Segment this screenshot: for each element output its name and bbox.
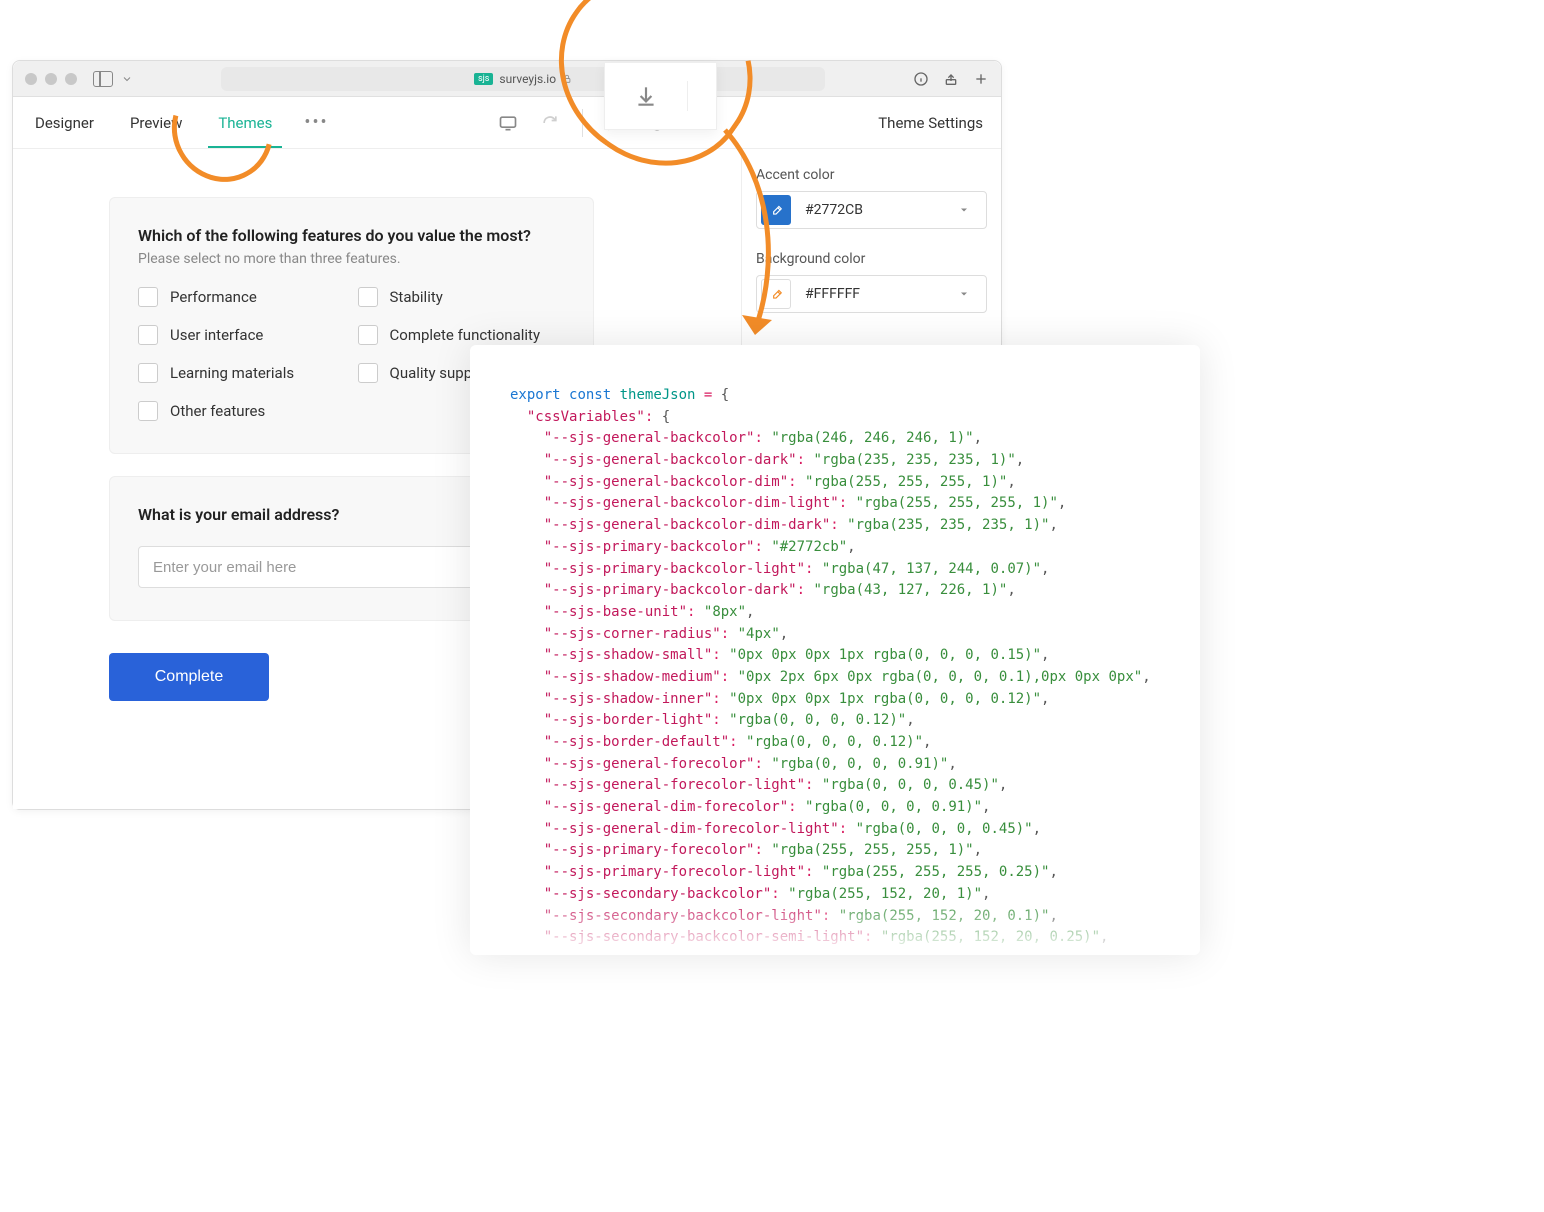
- background-color-value: #FFFFFF: [795, 286, 958, 302]
- checkbox-icon: [358, 325, 378, 345]
- redo-icon[interactable]: [540, 113, 560, 133]
- checkbox-icon: [358, 363, 378, 383]
- info-icon[interactable]: [913, 71, 929, 87]
- checkbox-icon: [138, 401, 158, 421]
- checkbox-label: User interface: [170, 326, 263, 344]
- accent-color-value: #2772CB: [795, 202, 958, 218]
- checkbox-icon: [138, 287, 158, 307]
- checkbox-option[interactable]: Learning materials: [138, 363, 346, 383]
- app-toolbar: Designer Preview Themes ••• Theme Settin…: [13, 97, 1001, 149]
- question-title: Which of the following features do you v…: [138, 226, 565, 245]
- checkbox-label: Other features: [170, 402, 265, 420]
- checkbox-label: Performance: [170, 288, 257, 306]
- complete-button[interactable]: Complete: [109, 653, 269, 701]
- browser-titlebar: sjs surveyjs.io: [13, 61, 1001, 97]
- code-panel: export const themeJson = { "cssVariables…: [470, 345, 1200, 955]
- checkbox-label: Stability: [390, 288, 443, 306]
- desktop-icon[interactable]: [498, 113, 518, 133]
- color-swatch-icon: [761, 279, 791, 309]
- checkbox-option[interactable]: Performance: [138, 287, 346, 307]
- divider: [687, 81, 688, 111]
- question-description: Please select no more than three feature…: [138, 251, 565, 267]
- checkbox-icon: [138, 363, 158, 383]
- sidebar-toggle-icon[interactable]: [93, 71, 113, 87]
- accent-color-picker[interactable]: #2772CB: [756, 191, 987, 229]
- site-badge: sjs: [474, 73, 493, 85]
- chevron-down-icon[interactable]: [121, 73, 133, 85]
- tab-preview[interactable]: Preview: [126, 98, 186, 148]
- checkbox-option[interactable]: User interface: [138, 325, 346, 345]
- color-swatch-icon: [761, 195, 791, 225]
- checkbox-label: Learning materials: [170, 364, 294, 382]
- new-tab-icon[interactable]: [973, 71, 989, 87]
- close-window-icon[interactable]: [25, 73, 37, 85]
- chevron-down-icon: [958, 285, 986, 304]
- checkbox-icon: [358, 287, 378, 307]
- minimize-window-icon[interactable]: [45, 73, 57, 85]
- checkbox-option[interactable]: Stability: [358, 287, 566, 307]
- checkbox-icon: [138, 325, 158, 345]
- checkbox-label: Complete functionality: [390, 326, 541, 344]
- more-tabs-icon[interactable]: •••: [304, 112, 328, 133]
- tab-themes[interactable]: Themes: [214, 98, 276, 148]
- code-block[interactable]: export const themeJson = { "cssVariables…: [510, 385, 1160, 955]
- download-callout: [560, 0, 760, 130]
- theme-settings-label: Theme Settings: [878, 114, 983, 132]
- download-icon[interactable]: [633, 83, 659, 109]
- chevron-down-icon: [958, 201, 986, 220]
- checkbox-option[interactable]: Complete functionality: [358, 325, 566, 345]
- tab-designer[interactable]: Designer: [31, 98, 98, 148]
- url-host: surveyjs.io: [499, 72, 556, 86]
- background-color-label: Background color: [756, 251, 987, 267]
- background-color-picker[interactable]: #FFFFFF: [756, 275, 987, 313]
- maximize-window-icon[interactable]: [65, 73, 77, 85]
- accent-color-label: Accent color: [756, 167, 987, 183]
- share-icon[interactable]: [943, 71, 959, 87]
